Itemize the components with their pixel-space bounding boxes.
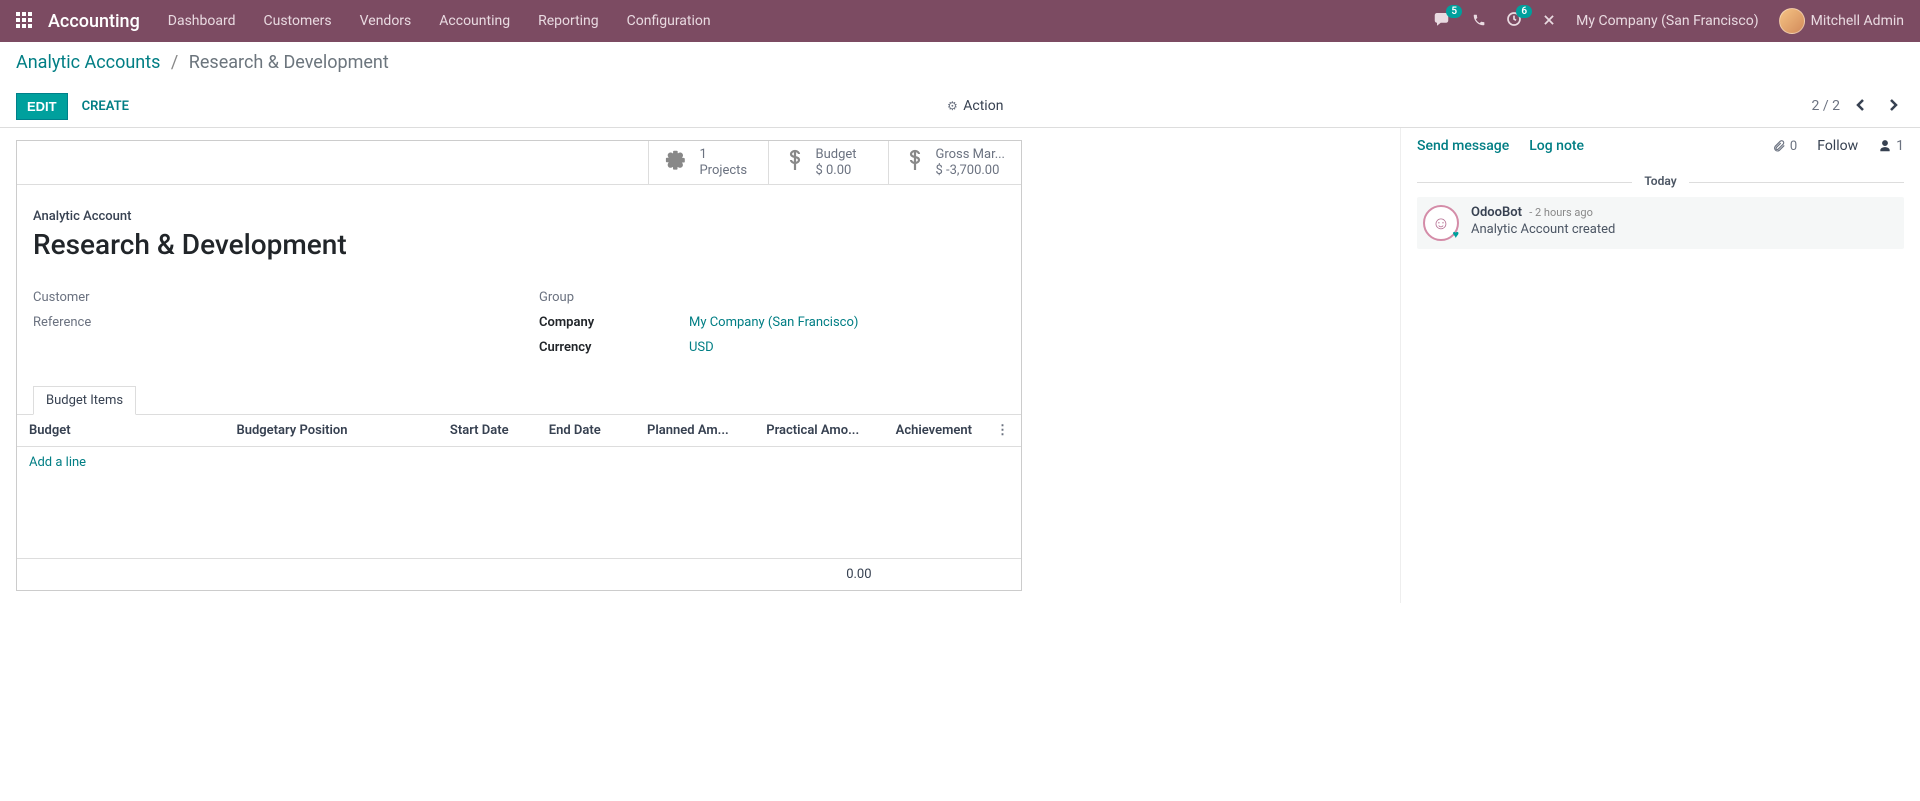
menu-dashboard[interactable]: Dashboard [168,13,236,29]
apps-icon[interactable] [16,12,34,30]
record-label: Analytic Account [33,209,1005,224]
footer-total: 0.00 [754,558,883,590]
chatter: Send message Log note 0 Follow 1 Today ☺… [1400,128,1920,603]
field-customer-label: Customer [33,290,183,305]
col-budget[interactable]: Budget [17,415,224,447]
menu-vendors[interactable]: Vendors [360,13,412,29]
record-title: Research & Development [33,228,1005,261]
menu-configuration[interactable]: Configuration [627,13,711,29]
phone-icon[interactable] [1472,12,1486,31]
pager-next[interactable] [1882,94,1904,119]
add-line-link[interactable]: Add a line [29,455,86,470]
field-company-label: Company [539,315,689,330]
main-navbar: Accounting Dashboard Customers Vendors A… [0,0,1920,42]
clock-icon[interactable]: 6 [1506,11,1522,31]
field-currency-label: Currency [539,340,689,355]
stat-gross-margin[interactable]: Gross Mar...$ -3,700.00 [888,141,1021,184]
company-switcher[interactable]: My Company (San Francisco) [1576,13,1758,29]
tab-budget-items[interactable]: Budget Items [33,386,136,415]
breadcrumb-current: Research & Development [189,52,389,73]
timeline-today: Today [1632,174,1688,188]
dollar-icon [785,148,805,178]
close-icon-nav[interactable] [1542,12,1556,31]
puzzle-icon [665,148,689,178]
field-group-label: Group [539,290,689,305]
menu-accounting[interactable]: Accounting [439,13,510,29]
control-panel: Analytic Accounts / Research & Developme… [0,42,1920,128]
send-message-link[interactable]: Send message [1417,138,1509,154]
main-menu: Dashboard Customers Vendors Accounting R… [168,13,711,29]
form-sheet: 1Projects Budget$ 0.00 Gross Mar...$ -3,… [16,140,1022,591]
pager-prev[interactable] [1850,94,1872,119]
user-avatar [1779,8,1805,34]
col-position[interactable]: Budgetary Position [224,415,437,447]
col-planned[interactable]: Planned Am... [635,415,754,447]
col-practical[interactable]: Practical Amo... [754,415,883,447]
budget-items-table: Budget Budgetary Position Start Date End… [17,415,1021,590]
follow-button[interactable]: Follow [1817,138,1858,154]
log-message: ☺♥ OdooBot - 2 hours ago Analytic Accoun… [1417,197,1904,249]
clock-badge: 6 [1516,5,1532,18]
col-achievement[interactable]: Achievement [884,415,984,447]
stat-projects[interactable]: 1Projects [648,141,768,184]
follower-count[interactable]: 1 [1878,138,1904,154]
col-end[interactable]: End Date [537,415,635,447]
messages-icon[interactable]: 5 [1434,11,1452,31]
bot-avatar-icon: ☺♥ [1423,205,1459,241]
action-dropdown[interactable]: ⚙ Action [947,98,1003,114]
field-reference-label: Reference [33,315,183,330]
col-options-icon[interactable]: ⋮ [984,415,1021,447]
edit-button[interactable]: Edit [16,93,68,120]
pager-text[interactable]: 2 / 2 [1812,98,1840,114]
menu-reporting[interactable]: Reporting [538,13,599,29]
breadcrumb-parent[interactable]: Analytic Accounts [16,52,160,73]
messages-badge: 5 [1446,5,1462,18]
log-note-link[interactable]: Log note [1529,138,1584,154]
attachments-count[interactable]: 0 [1772,139,1797,154]
col-start[interactable]: Start Date [438,415,537,447]
field-currency-value[interactable]: USD [689,340,714,355]
msg-text: Analytic Account created [1471,222,1898,237]
field-company-value[interactable]: My Company (San Francisco) [689,315,858,330]
stat-budget[interactable]: Budget$ 0.00 [768,141,888,184]
breadcrumb: Analytic Accounts / Research & Developme… [16,52,1904,73]
user-name: Mitchell Admin [1811,13,1904,29]
create-button[interactable]: Create [72,94,139,119]
menu-customers[interactable]: Customers [264,13,332,29]
user-menu[interactable]: Mitchell Admin [1779,8,1904,34]
msg-author[interactable]: OdooBot [1471,205,1522,220]
msg-time: - 2 hours ago [1529,206,1593,219]
dollar-icon [905,148,925,178]
gear-icon: ⚙ [947,99,958,113]
app-name[interactable]: Accounting [48,11,140,32]
